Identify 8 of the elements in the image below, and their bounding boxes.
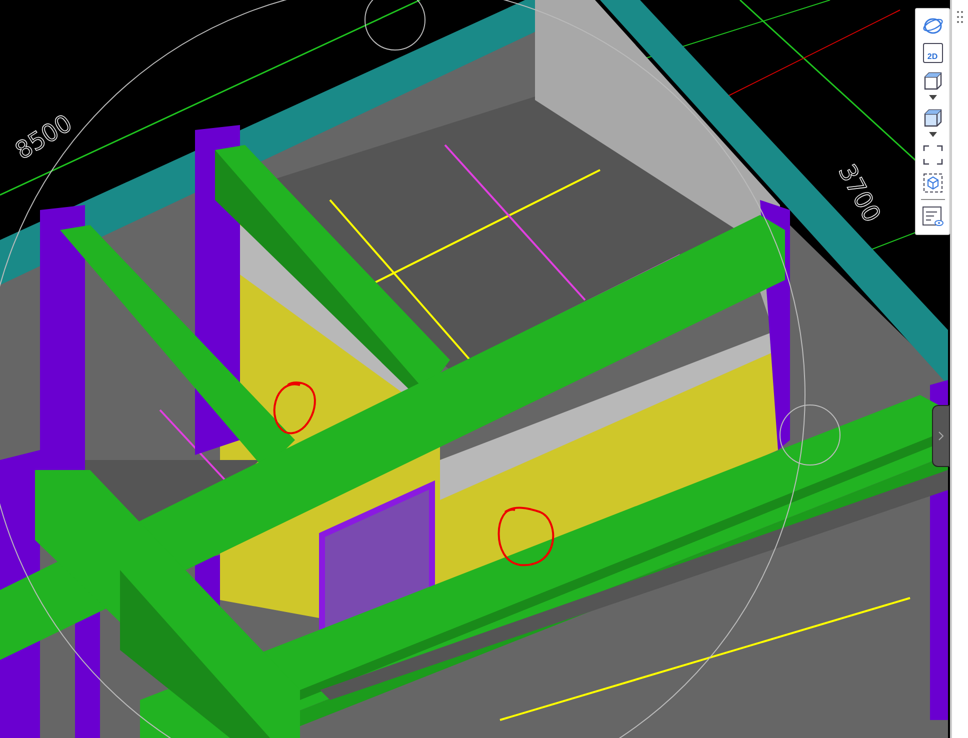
drag-handle-icon[interactable] [956,10,964,24]
viewbox-button[interactable] [922,171,942,195]
2d-view-button[interactable]: 2D [922,41,942,65]
dropdown-caret-icon[interactable] [928,132,936,137]
collapse-panel-tab[interactable] [932,405,950,467]
chevron-right-icon [938,431,944,441]
frame-button[interactable] [922,143,942,167]
dropdown-caret-icon[interactable] [928,95,936,100]
